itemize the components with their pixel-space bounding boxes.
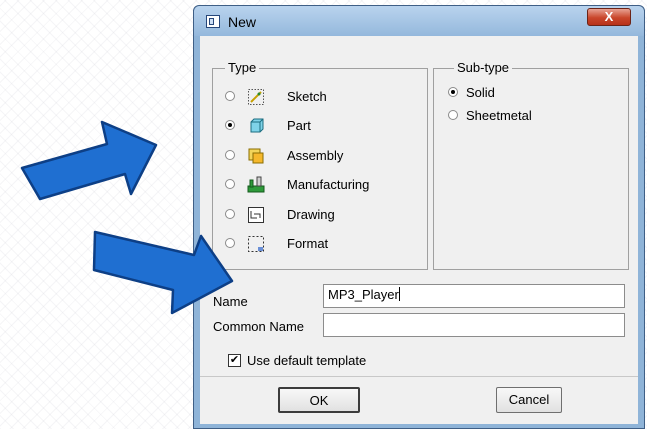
part-icon — [250, 118, 264, 133]
sketch-radio[interactable] — [225, 91, 235, 101]
format-radio[interactable] — [225, 238, 235, 248]
drawing-radio[interactable] — [225, 209, 235, 219]
dialog-body: Type Sketch Part Assembly Manufacturing … — [200, 36, 638, 424]
drawing-icon — [248, 207, 264, 223]
type-group: Type Sketch Part Assembly Manufacturing … — [212, 60, 428, 270]
manufacturing-radio[interactable] — [225, 179, 235, 189]
sheetmetal-label: Sheetmetal — [466, 108, 532, 123]
use-default-template-checkbox[interactable]: ✔ — [228, 354, 241, 367]
dialog-title: New — [228, 14, 257, 30]
assembly-label: Assembly — [287, 148, 344, 163]
name-input[interactable]: MP3_Player — [323, 284, 625, 308]
solid-label: Solid — [466, 85, 495, 100]
sketch-icon — [248, 89, 264, 105]
format-icon — [248, 236, 264, 252]
common-name-input[interactable] — [323, 313, 625, 337]
type-group-label: Type — [225, 60, 260, 75]
solid-radio[interactable] — [448, 87, 458, 97]
new-dialog: New X Type Sketch Part Assembly Manufact… — [193, 5, 645, 429]
format-label: Format — [287, 236, 329, 251]
sketch-label: Sketch — [287, 89, 327, 104]
sheetmetal-radio[interactable] — [448, 110, 458, 120]
name-label: Name — [213, 294, 248, 309]
drawing-label: Drawing — [287, 207, 335, 222]
subtype-group-label: Sub-type — [454, 60, 513, 75]
common-name-label: Common Name — [213, 319, 305, 334]
use-default-template-label: Use default template — [247, 353, 367, 368]
title-bar[interactable]: New X — [194, 6, 644, 36]
manufacturing-icon — [247, 176, 265, 193]
cancel-button[interactable]: Cancel — [496, 387, 562, 413]
close-button[interactable]: X — [587, 8, 631, 26]
manufacturing-label: Manufacturing — [287, 177, 370, 192]
assembly-radio[interactable] — [225, 150, 235, 160]
name-input-value: MP3_Player — [328, 287, 399, 302]
subtype-group: Sub-type Solid Sheetmetal — [433, 60, 629, 270]
window-icon — [206, 15, 220, 28]
assembly-icon — [248, 148, 264, 164]
separator — [200, 376, 638, 377]
part-radio[interactable] — [225, 120, 235, 130]
text-cursor — [398, 287, 400, 301]
ok-button[interactable]: OK — [278, 387, 360, 413]
part-label: Part — [287, 118, 311, 133]
